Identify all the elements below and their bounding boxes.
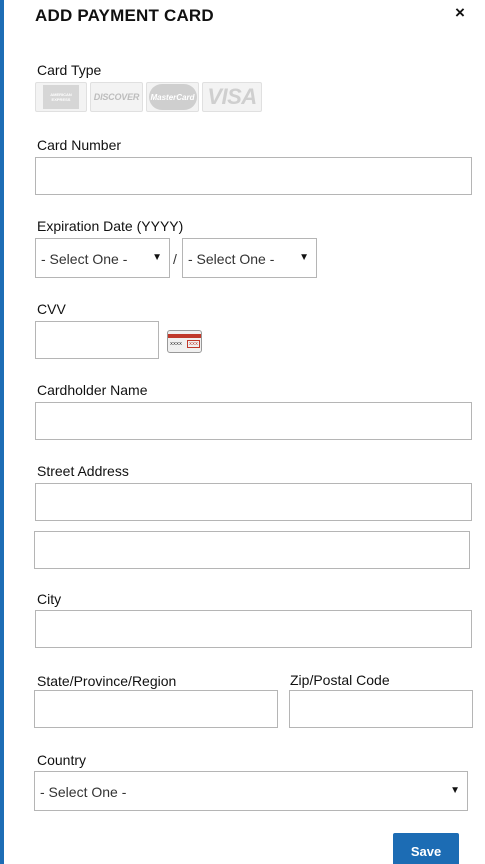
caret-down-icon: ▼ [152,252,162,263]
city-label: City [37,591,62,607]
mastercard-logo-mark: MasterCard [148,84,197,110]
card-type-label: Card Type [37,62,102,78]
expiration-label: Expiration Date (YYYY) [37,218,184,234]
visa-logo: VISA [202,82,262,112]
expiration-year-value: - Select One - [188,251,275,267]
country-select[interactable]: - Select One - ▼ [34,771,468,811]
city-input[interactable] [36,611,471,647]
expiration-month-select[interactable]: - Select One - ▼ [35,238,170,278]
street-address-label: Street Address [37,463,129,479]
card-number-field[interactable] [35,157,472,195]
visa-logo-text: VISA [207,84,257,109]
modal-left-border [0,0,4,864]
cvv-field[interactable] [35,321,159,359]
cardholder-name-label: Cardholder Name [37,382,148,398]
caret-down-icon: ▼ [299,252,309,263]
street-address-line2-input[interactable] [35,532,469,568]
save-button[interactable]: Save [393,833,459,864]
zip-field[interactable] [289,690,473,728]
cvv-icon-code: xxx [189,341,199,347]
amex-logo: AMERICAN EXPRESS [35,82,87,112]
card-number-input[interactable] [36,158,471,194]
expiration-month-value: - Select One - [41,251,128,267]
cardholder-name-input[interactable] [36,403,471,439]
cvv-label: CVV [37,301,66,317]
cvv-input[interactable] [36,322,158,358]
street-address-line2-field[interactable] [34,531,470,569]
state-label: State/Province/Region [37,673,177,689]
close-icon[interactable]: × [455,3,465,23]
card-number-label: Card Number [37,137,122,153]
cardholder-name-field[interactable] [35,402,472,440]
discover-logo: DISCOVER [90,82,143,112]
modal-title: ADD PAYMENT CARD [35,6,214,25]
street-address-line1-field[interactable] [35,483,472,521]
zip-label: Zip/Postal Code [290,672,390,688]
cvv-help-icon[interactable]: xxxx xxx [167,330,202,353]
zip-input[interactable] [290,691,472,727]
country-label: Country [37,752,87,768]
state-input[interactable] [35,691,277,727]
mastercard-logo: MasterCard [146,82,199,112]
discover-logo-text: DISCOVER [93,92,140,102]
cvv-icon-number: xxxx [170,341,183,347]
street-address-line1-input[interactable] [36,484,471,520]
country-value: - Select One - [40,784,127,800]
amex-logo-mark: AMERICAN EXPRESS [43,85,79,109]
city-field[interactable] [35,610,472,648]
cvv-icon-code-box: xxx [187,340,200,348]
caret-down-icon: ▼ [450,785,460,796]
expiration-year-select[interactable]: - Select One - ▼ [182,238,317,278]
expiration-separator: / [173,251,177,267]
cvv-icon-magstripe [168,334,201,338]
state-field[interactable] [34,690,278,728]
